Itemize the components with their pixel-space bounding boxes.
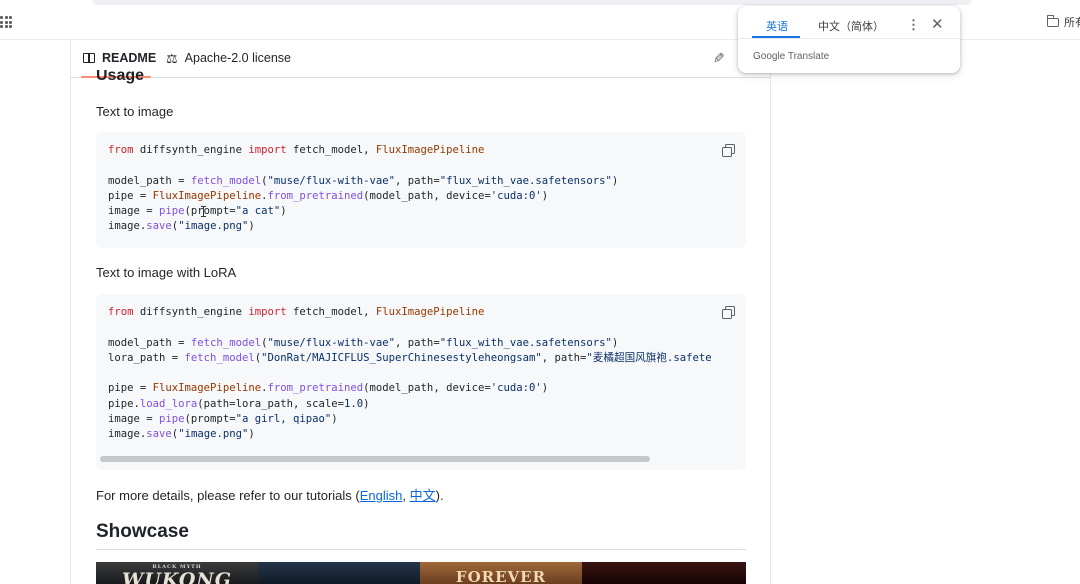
google-translate-brand: Google Translate: [753, 51, 830, 62]
showcase-image-forever-young[interactable]: FOREVER YOUNG: [420, 562, 582, 584]
close-icon[interactable]: ✕: [931, 15, 944, 33]
code-block-text-to-image-lora[interactable]: from diffsynth_engine import fetch_model…: [96, 294, 746, 470]
apps-grid-icon[interactable]: [0, 16, 12, 28]
readme-right-border: [770, 40, 771, 584]
code-text-to-image[interactable]: from diffsynth_engine import fetch_model…: [96, 132, 746, 246]
details-suffix: ).: [435, 488, 444, 503]
text-to-image-label: Text to image: [96, 104, 174, 119]
details-paragraph: For more details, please refer to our tu…: [96, 485, 444, 504]
code-text-to-image-lora[interactable]: from diffsynth_engine import fetch_model…: [96, 294, 746, 454]
translate-popup: 英语 中文（简体） ⋮ ✕ Google Translate: [738, 6, 960, 73]
law-scale-icon: ⚖: [166, 50, 178, 66]
tab-strip[interactable]: [92, 0, 972, 5]
all-bookmarks-button[interactable]: 所有: [1047, 14, 1080, 30]
copy-icon[interactable]: [722, 306, 735, 319]
copy-icon[interactable]: [722, 144, 735, 157]
showcase-image-caption: FOREVER YOUNG: [455, 568, 547, 584]
bookmarks-label: 所有: [1064, 17, 1080, 29]
showcase-divider: [96, 549, 746, 550]
text-to-image-lora-label: Text to image with LoRA: [96, 265, 237, 280]
translate-tab-english[interactable]: 英语: [766, 18, 788, 34]
translate-divider: [738, 38, 960, 39]
link-separator: ,: [402, 488, 410, 503]
showcase-gallery: BLACK MYTH WUKONG FOREVER YOUNG: [96, 562, 746, 584]
tab-readme-label: README: [102, 51, 157, 65]
chinese-tutorial-link[interactable]: 中文: [410, 488, 436, 503]
translate-tab-chinese-simplified[interactable]: 中文（简体）: [818, 18, 884, 34]
usage-heading: Usage: [96, 70, 144, 84]
tab-readme[interactable]: README: [83, 51, 156, 65]
tab-license[interactable]: ⚖ Apache-2.0 license: [166, 51, 291, 65]
readme-left-border: [70, 40, 71, 584]
usage-heading-text: Usage: [96, 70, 145, 84]
code-block-text-to-image[interactable]: from diffsynth_engine import fetch_model…: [96, 132, 746, 248]
more-options-icon[interactable]: ⋮: [907, 17, 920, 33]
book-icon: [83, 53, 95, 63]
showcase-image-wukong[interactable]: BLACK MYTH WUKONG: [96, 562, 258, 584]
showcase-heading: Showcase: [96, 521, 189, 542]
text-cursor-icon: [201, 206, 206, 217]
details-prefix: For more details, please refer to our tu…: [96, 488, 360, 503]
showcase-image-4[interactable]: [582, 562, 746, 584]
readme-header: README ⚖ Apache-2.0 license ✎: [71, 40, 770, 78]
english-tutorial-link[interactable]: English: [360, 488, 403, 503]
edit-pencil-icon[interactable]: ✎: [713, 50, 725, 67]
horizontal-scrollbar[interactable]: [100, 456, 650, 462]
folder-icon: [1047, 15, 1059, 27]
showcase-image-2[interactable]: [258, 562, 420, 584]
showcase-image-caption: WUKONG: [121, 569, 233, 584]
tab-license-label: Apache-2.0 license: [184, 51, 291, 65]
